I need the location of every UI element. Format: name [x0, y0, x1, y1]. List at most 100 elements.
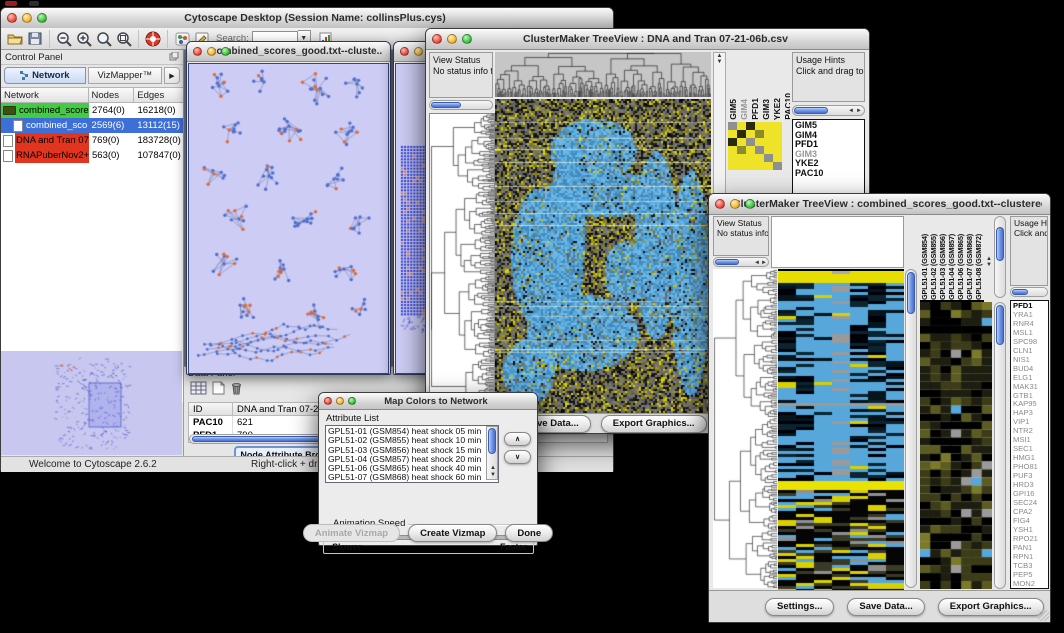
network-tree-row[interactable]: RNAPuberNov2+563(0)107847(0)	[1, 148, 183, 163]
tv1-titlebar[interactable]: ClusterMaker TreeView : DNA and Tran 07-…	[426, 29, 869, 50]
dialog-titlebar[interactable]: Map Colors to Network	[319, 393, 537, 410]
tv2-titlebar[interactable]: ClusterMaker TreeView : combined_scores_…	[709, 194, 1050, 215]
zoom-button[interactable]	[348, 397, 356, 405]
column-label: YKE2	[772, 98, 782, 120]
window-a-titlebar[interactable]: combined_scores_good.txt--cluste...	[187, 42, 390, 62]
tab-network[interactable]: Network	[4, 67, 86, 84]
close-button[interactable]	[324, 397, 332, 405]
zoom-button[interactable]	[221, 47, 230, 56]
tv2-viewstatus-hscrollbar[interactable]: ◄►	[713, 257, 769, 267]
matrix-cell	[764, 130, 773, 138]
tv2-zoom-heatmap[interactable]	[920, 302, 992, 589]
move-down-button[interactable]: ∨	[504, 450, 531, 464]
matrix-cell	[746, 146, 755, 154]
help-lifering-icon[interactable]	[143, 29, 163, 48]
node-count: 2764(0)	[89, 103, 135, 118]
minimize-button[interactable]	[447, 34, 457, 44]
tv1-row-dendrogram[interactable]	[429, 113, 495, 416]
window-controls	[7, 13, 47, 23]
main-titlebar[interactable]: Cytoscape Desktop (Session Name: collins…	[1, 8, 613, 29]
minimize-button[interactable]	[414, 47, 423, 56]
export-graphics-button[interactable]: Export Graphics...	[601, 415, 707, 433]
save-data-button[interactable]: Save Data...	[847, 598, 924, 616]
close-button[interactable]	[7, 13, 17, 23]
matrix-cell	[737, 154, 746, 162]
view-status-title: View Status	[433, 55, 480, 65]
matrix-cell	[746, 138, 755, 146]
minimize-button[interactable]	[336, 397, 344, 405]
open-file-icon[interactable]	[5, 29, 25, 48]
settings-button[interactable]: Settings...	[765, 598, 834, 616]
tv1-usagehints-hscrollbar[interactable]: ◄►	[792, 105, 865, 116]
tv2-label-mini-arrows[interactable]: ▲▼	[985, 256, 993, 268]
tv2-row-dendrogram[interactable]	[713, 269, 777, 588]
matrix-cell	[746, 162, 755, 170]
tv1-global-heatmap[interactable]	[495, 99, 711, 414]
col-edges: Edges	[134, 88, 183, 103]
minimize-button[interactable]	[207, 47, 216, 56]
network-tree-row[interactable]: combined_sco2569(6)13112(15)	[1, 118, 183, 133]
desktop: Cytoscape Desktop (Session Name: collins…	[0, 0, 1064, 633]
attribute-list-vscrollbar[interactable]: ▲ ▼	[486, 426, 498, 480]
matrix-cell	[755, 162, 764, 170]
zoom-button[interactable]	[37, 13, 47, 23]
animate-vizmap-button[interactable]: Animate Vizmap	[303, 524, 400, 542]
column-label: GPL51-01 (GSM854)	[920, 234, 929, 300]
close-button[interactable]	[193, 47, 202, 56]
usage-hints-text: Click and	[1014, 228, 1048, 238]
zoom-fit-icon[interactable]	[94, 29, 114, 48]
network-view-window-a: combined_scores_good.txt--cluste...	[186, 41, 391, 375]
close-button[interactable]	[432, 34, 442, 44]
usage-hints-title: Usage Hints	[796, 55, 845, 65]
delete-attribute-icon[interactable]	[230, 381, 243, 400]
attribute-table-icon[interactable]	[190, 381, 207, 400]
attribute-item[interactable]: GPL51-07 (GSM868) heat shock 60 min	[326, 473, 498, 482]
tv2-zoom-vscrollbar[interactable]	[994, 302, 1006, 589]
done-button[interactable]: Done	[505, 524, 553, 542]
resize-grip[interactable]	[1038, 610, 1049, 621]
save-icon[interactable]	[25, 29, 45, 48]
matrix-cell	[773, 154, 782, 162]
tv2-gene-list[interactable]: PFD1YRA1RNR4MSL1SPC98CLN1NIS1BUD4ELG1MAK…	[1010, 300, 1049, 589]
tv1-viewstatus-hscrollbar[interactable]	[429, 100, 493, 110]
float-panel-icon[interactable]	[169, 48, 179, 66]
matrix-cell	[755, 138, 764, 146]
map-colors-dialog: Map Colors to Network Attribute List GPL…	[318, 392, 538, 546]
treeview-window-2: ClusterMaker TreeView : combined_scores_…	[708, 193, 1051, 623]
column-label: GPL51-04 (GSM857)	[947, 234, 956, 300]
tv2-title: ClusterMaker TreeView : combined_scores_…	[733, 198, 1042, 210]
network-tree-row[interactable]: DNA and Tran 07769(0)183728(0)	[1, 133, 183, 148]
file-icon	[3, 135, 13, 147]
network-canvas-a[interactable]	[188, 63, 389, 374]
tv1-zoom-heatmap[interactable]	[728, 122, 782, 170]
tab-vizmapper[interactable]: VizMapper™	[88, 67, 162, 84]
column-label: GPL51-06 (GSM865)	[956, 234, 965, 300]
zoom-selected-icon[interactable]	[114, 29, 134, 48]
zoom-out-icon[interactable]	[54, 29, 74, 48]
tv2-labels-vscrollbar[interactable]	[994, 216, 1006, 298]
close-button[interactable]	[715, 199, 725, 209]
new-attribute-icon[interactable]	[212, 381, 225, 400]
minimize-button[interactable]	[730, 199, 740, 209]
tab-overflow-button[interactable]: ▶	[164, 67, 180, 84]
attribute-list[interactable]: GPL51-01 (GSM854) heat shock 05 minGPL51…	[325, 425, 499, 483]
zoom-in-icon[interactable]	[74, 29, 94, 48]
tv2-global-heatmap[interactable]	[778, 269, 904, 590]
matrix-cell	[764, 138, 773, 146]
zoom-button[interactable]	[745, 199, 755, 209]
create-vizmap-button[interactable]: Create Vizmap	[408, 524, 497, 542]
zoom-button[interactable]	[462, 34, 472, 44]
move-up-button[interactable]: ∧	[504, 432, 531, 446]
tv2-global-vscrollbar[interactable]	[905, 269, 917, 588]
dialog-title: Map Colors to Network	[343, 396, 529, 407]
gene-label: MON2	[1011, 580, 1048, 589]
export-graphics-button[interactable]: Export Graphics...	[938, 598, 1044, 616]
tv1-column-dendrogram[interactable]	[495, 52, 711, 97]
tv2-usagehints-hscrollbar[interactable]	[1010, 287, 1048, 297]
column-label: GPL51-02 (GSM855)	[929, 234, 938, 300]
network-tree-row[interactable]: combined_scores_2764(0)16218(0)	[1, 103, 183, 118]
close-button[interactable]	[400, 47, 409, 56]
network-name: DNA and Tran 07	[15, 133, 89, 148]
network-overview-panel[interactable]	[1, 351, 182, 455]
minimize-button[interactable]	[22, 13, 32, 23]
